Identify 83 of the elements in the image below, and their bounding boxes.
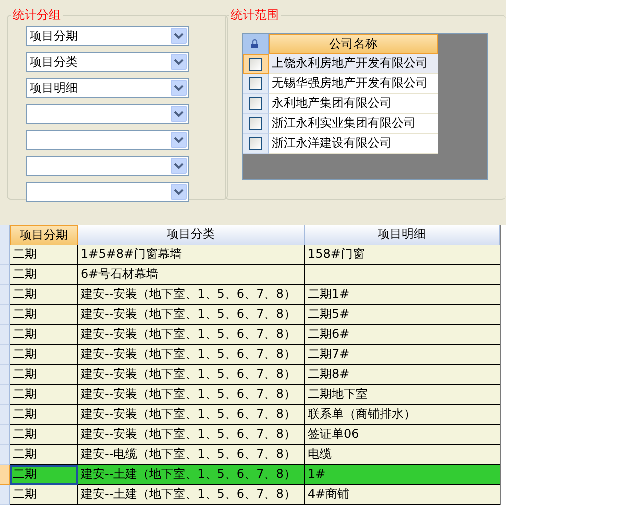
column-header[interactable]: 项目分期	[10, 225, 78, 246]
row-header[interactable]	[0, 265, 10, 285]
company-name[interactable]: 浙江永利实业集团有限公司	[268, 114, 438, 134]
checkbox[interactable]	[248, 117, 262, 130]
table-cell: 4#商铺	[305, 485, 500, 505]
table-cell: 建安--安装（地下室、1、5、6、7、8）	[78, 405, 305, 425]
checkbox[interactable]	[249, 58, 262, 70]
lock-icon	[251, 39, 260, 49]
table-cell: 二期	[10, 385, 78, 405]
table-cell: 二期	[10, 265, 78, 285]
group-title: 统计分组	[12, 7, 62, 24]
table-cell: 建安--安装（地下室、1、5、6、7、8）	[78, 305, 305, 325]
table-cell: 建安--电缆（地下室、1、5、6、7、8）	[78, 445, 305, 465]
column-header[interactable]: 项目明细	[305, 225, 500, 246]
company-name[interactable]: 浙江永洋建设有限公司	[268, 134, 438, 154]
row-header[interactable]	[0, 285, 10, 305]
row-header[interactable]	[0, 405, 10, 425]
table-cell: 二期8#	[305, 365, 500, 385]
table-cell: 建安--安装（地下室、1、5、6、7、8）	[78, 285, 305, 305]
table-cell: 二期1#	[305, 285, 500, 305]
chevron-down-icon	[171, 106, 187, 122]
chevron-down-icon	[171, 54, 187, 70]
table-cell: 158#门窗	[305, 245, 500, 265]
table-cell: 二期	[10, 405, 78, 425]
dropdown-field[interactable]	[26, 156, 189, 176]
row-header[interactable]	[0, 425, 10, 445]
row-header[interactable]	[0, 445, 10, 465]
table-cell: 二期	[10, 365, 78, 385]
row-header[interactable]	[0, 345, 10, 365]
table-cell: 联系单（商铺排水）	[305, 405, 500, 425]
table-cell: 二期5#	[305, 305, 500, 325]
company-name[interactable]: 无锡华强房地产开发有限公司	[268, 74, 438, 94]
table-cell: 二期地下室	[305, 385, 500, 405]
table-cell: 电缆	[305, 445, 500, 465]
table-cell: 二期	[10, 485, 78, 505]
checkbox[interactable]	[248, 97, 262, 110]
table-cell: 建安--土建（地下室、1、5、6、7、8）	[78, 465, 305, 485]
corner-header	[0, 225, 10, 246]
dropdown-field[interactable]: 项目分类	[26, 52, 189, 72]
dropdown-field[interactable]	[26, 182, 189, 202]
table-cell: 建安--土建（地下室、1、5、6、7、8）	[78, 485, 305, 505]
row-header[interactable]	[0, 485, 10, 505]
table-cell: 二期	[10, 305, 78, 325]
table-cell: 建安--安装（地下室、1、5、6、7、8）	[78, 385, 305, 405]
table-cell: 1#5#8#门窗幕墙	[78, 245, 305, 265]
chevron-down-icon	[171, 132, 187, 148]
table-cell: 6#号石材幕墙	[78, 265, 305, 285]
checkbox[interactable]	[248, 77, 262, 90]
chevron-down-icon	[171, 28, 187, 44]
table-cell: 二期	[10, 325, 78, 345]
row-header[interactable]	[0, 465, 10, 485]
table-cell: 建安--安装（地下室、1、5、6、7、8）	[78, 325, 305, 345]
column-header[interactable]: 公司名称	[268, 34, 438, 54]
dropdown-field[interactable]	[26, 104, 189, 124]
table-cell: 二期	[10, 285, 78, 305]
table-cell: 二期7#	[305, 345, 500, 365]
company-name[interactable]: 上饶永利房地产开发有限公司	[268, 54, 438, 74]
table-cell: 二期6#	[305, 325, 500, 345]
company-name[interactable]: 永利地产集团有限公司	[268, 94, 438, 114]
row-header[interactable]	[0, 305, 10, 325]
dropdown-field[interactable]: 项目明细	[26, 78, 189, 98]
scope-title: 统计范围	[230, 7, 280, 24]
table-cell: 二期	[10, 445, 78, 465]
row-header[interactable]	[0, 245, 10, 265]
chevron-down-icon	[171, 80, 187, 96]
chevron-down-icon	[171, 184, 187, 200]
chevron-down-icon	[171, 158, 187, 174]
table-cell: 二期	[10, 465, 78, 485]
table-cell: 二期	[10, 425, 78, 445]
row-header[interactable]	[0, 385, 10, 405]
table-cell: 二期	[10, 345, 78, 365]
checkbox[interactable]	[248, 137, 262, 150]
table-cell: 建安--安装（地下室、1、5、6、7、8）	[78, 425, 305, 445]
column-header[interactable]: 项目分类	[78, 225, 305, 246]
table-cell: 建安--安装（地下室、1、5、6、7、8）	[78, 345, 305, 365]
table-cell: 签证单06	[305, 425, 500, 445]
dropdown-field[interactable]	[26, 130, 189, 150]
row-header[interactable]	[0, 325, 10, 345]
row-header[interactable]	[0, 365, 10, 385]
table-cell: 建安--安装（地下室、1、5、6、7、8）	[78, 365, 305, 385]
table-cell: 1#	[305, 465, 500, 485]
dropdown-field[interactable]: 项目分期	[26, 26, 189, 46]
table-cell: 二期	[10, 245, 78, 265]
